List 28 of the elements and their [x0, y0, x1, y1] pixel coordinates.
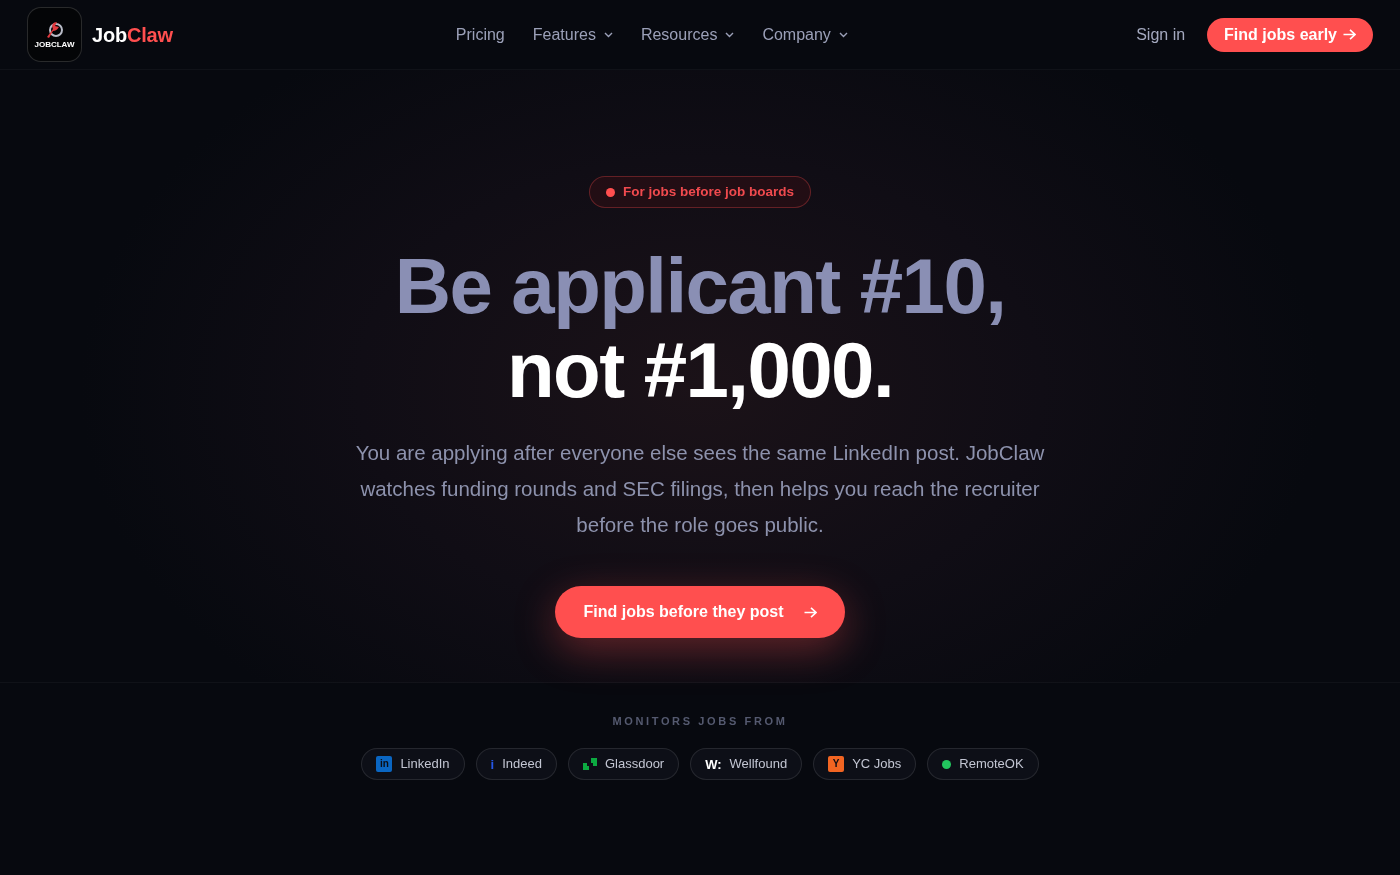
logo-caption: JOBCLAW	[34, 40, 75, 49]
brand-name[interactable]: JobClaw	[92, 24, 173, 45]
tagline-text: For jobs before job boards	[623, 182, 794, 201]
nav-link[interactable]: Pricing	[455, 22, 505, 47]
hero-description: You are applying after everyone else sees the same LinkedIn post. JobClaw watches funding rounds and SEC filings, then helps you reach the recruiter before the role goes public.	[354, 440, 1046, 538]
nav-menu-button[interactable]: Features	[532, 22, 613, 47]
arrow-right-icon	[803, 606, 817, 618]
letter-mark: W:	[705, 757, 722, 771]
nav-menu-button[interactable]: Resources	[640, 22, 735, 47]
chevron-down-icon	[838, 31, 848, 38]
sign-in-link[interactable]: Sign in	[1136, 22, 1186, 47]
section-label: MONITORS JOBS FROM	[612, 716, 788, 727]
source-name: Indeed	[502, 755, 542, 774]
source-name: RemoteOK	[959, 755, 1024, 774]
source-name: YC Jobs	[852, 755, 902, 774]
chevron-down-icon	[725, 31, 735, 38]
source-name: Glassdoor	[604, 755, 665, 774]
headline-line: not #1,000.	[506, 328, 893, 412]
nav-menu-button[interactable]: Company	[762, 22, 848, 47]
letter-tile: Y	[828, 756, 845, 772]
claw-icon	[44, 20, 65, 39]
chevron-down-icon	[603, 31, 613, 38]
source-name: LinkedIn	[400, 755, 450, 774]
source-name: Wellfound	[729, 755, 788, 774]
headline-line: Be applicant #10,	[394, 244, 1006, 328]
letter-mark: i	[490, 757, 495, 771]
letter-tile: in	[376, 756, 393, 772]
arrow-right-icon	[1343, 29, 1356, 40]
